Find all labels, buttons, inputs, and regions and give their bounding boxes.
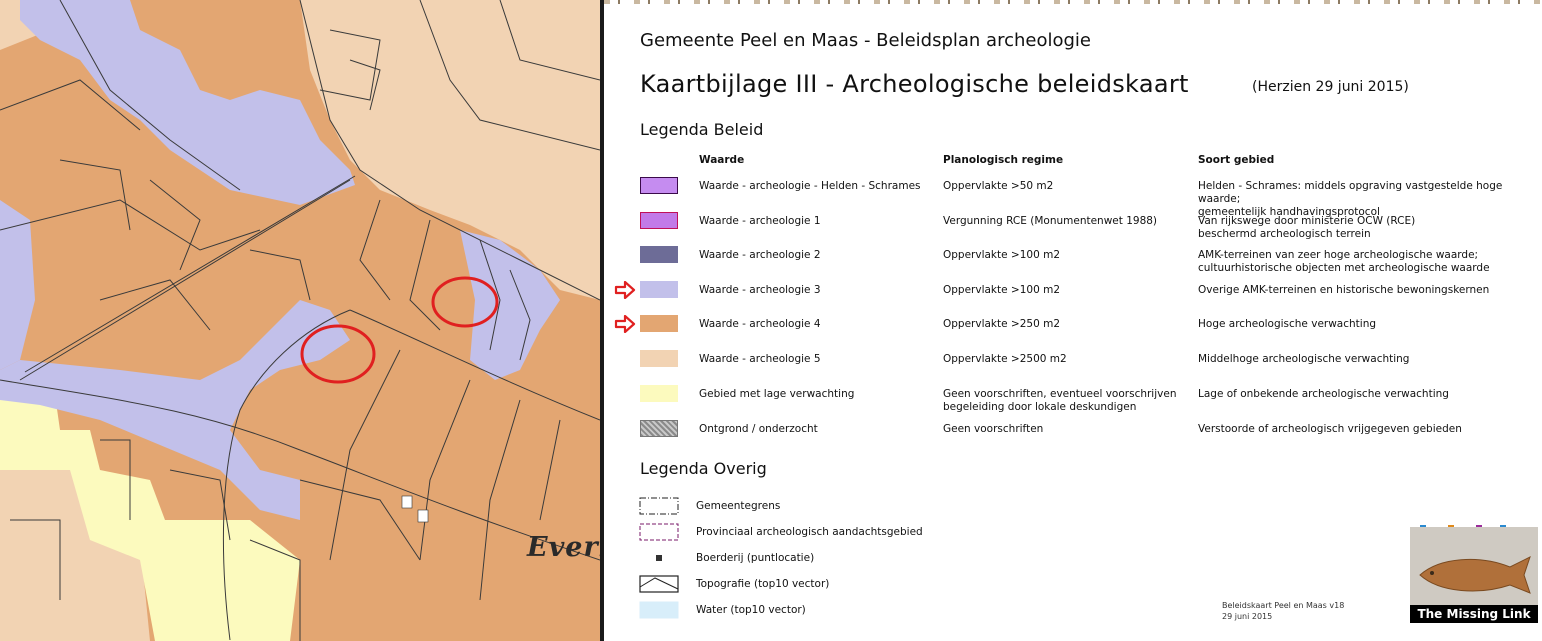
logo-text: The Missing Link [1410, 605, 1538, 623]
legend-overig-row: Topografie (top10 vector) [604, 575, 1204, 595]
legend-overig-label: Boerderij (puntlocatie) [696, 552, 815, 564]
map-panel[interactable]: Everl [0, 0, 600, 641]
top-strip [604, 0, 1542, 4]
logo-dots [1410, 515, 1538, 528]
column-header-regime: Planologisch regime [943, 154, 1064, 166]
legend-waarde: Waarde - archeologie 3 [699, 284, 821, 296]
legend-regime: Oppervlakte >250 m2 [943, 318, 1061, 330]
legend-soort: Hoge archeologische verwachting [1198, 318, 1377, 330]
dashed-purple-boundary-icon [639, 523, 679, 541]
legend-overig-label: Water (top10 vector) [696, 604, 806, 616]
legend-row: Waarde - archeologie 1 Vergunning RCE (Mo… [604, 210, 1542, 240]
legend-swatch [640, 385, 678, 402]
legend-overig-label: Gemeentegrens [696, 500, 781, 512]
building [401, 495, 413, 509]
legend-overig-row: Boerderij (puntlocatie) [604, 549, 1204, 569]
red-arrow-icon [614, 281, 636, 299]
legend-swatch [640, 177, 678, 194]
legend-waarde: Waarde - archeologie 2 [699, 249, 821, 261]
legend-overig-row: Water (top10 vector) [604, 601, 1204, 621]
legend-soort: Lage of onbekende archeologische verwach… [1198, 388, 1449, 400]
legend-waarde: Gebied met lage verwachting [699, 388, 855, 400]
legend-regime: Oppervlakte >2500 m2 [943, 353, 1067, 365]
legend-waarde: Waarde - archeologie - Helden - Schrames [699, 180, 921, 192]
legend-regime: Oppervlakte >50 m2 [943, 180, 1054, 192]
legend-row: Waarde - archeologie 2 Oppervlakte >100 m… [604, 244, 1542, 274]
legend-regime: Geen voorschriften [943, 423, 1044, 435]
legend-overig-heading: Legenda Overig [640, 459, 767, 478]
legend-row: Waarde - archeologie 5 Oppervlakte >2500 … [604, 348, 1542, 378]
map-subtitle: Kaartbijlage III - Archeologische beleid… [640, 70, 1189, 98]
red-arrow-icon [614, 315, 636, 333]
map-title: Gemeente Peel en Maas - Beleidsplan arch… [640, 30, 1091, 51]
column-header-soort: Soort gebied [1198, 154, 1275, 166]
legend-soort: Middelhoge archeologische verwachting [1198, 353, 1410, 365]
water-fill-icon [639, 601, 679, 619]
legend-panel: Gemeente Peel en Maas - Beleidsplan arch… [604, 0, 1542, 641]
legend-beleid-heading: Legenda Beleid [640, 120, 764, 139]
legend-regime: Oppervlakte >100 m2 [943, 284, 1061, 296]
legend-overig-row: Gemeentegrens [604, 497, 1204, 517]
legend-overig-label: Provinciaal archeologisch aandachtsgebie… [696, 526, 923, 538]
map-canvas[interactable] [0, 0, 600, 641]
legend-row: Ontgrond / onderzocht Geen voorschriften V… [604, 418, 1542, 448]
legend-waarde: Waarde - archeologie 4 [699, 318, 821, 330]
legend-soort: AMK-terreinen van zeer hoge archeologisc… [1198, 249, 1490, 274]
legend-soort: Overige AMK-terreinen en historische bew… [1198, 284, 1490, 296]
legend-waarde: Waarde - archeologie 1 [699, 215, 821, 227]
legend-row: Waarde - archeologie 3 Oppervlakte >100 m… [604, 279, 1542, 309]
legend-waarde: Waarde - archeologie 5 [699, 353, 821, 365]
legend-overig-label: Topografie (top10 vector) [696, 578, 830, 590]
revision-date: (Herzien 29 juni 2015) [1252, 79, 1409, 95]
legend-swatch [640, 281, 678, 298]
legend-swatch [640, 350, 678, 367]
topography-lines-icon [639, 575, 679, 593]
legend-regime: Vergunning RCE (Monumentenwet 1988) [943, 215, 1158, 227]
footer-version: Beleidskaart Peel en Maas v18 29 juni 20… [1222, 601, 1345, 621]
legend-row: Waarde - archeologie - Helden - Schrames… [604, 175, 1542, 218]
building [417, 509, 429, 523]
legend-row: Waarde - archeologie 4 Oppervlakte >250 m… [604, 313, 1542, 343]
dashdot-boundary-icon [639, 497, 679, 515]
legend-regime: Oppervlakte >100 m2 [943, 249, 1061, 261]
farm-point-icon [656, 555, 662, 561]
legend-row: Gebied met lage verwachting Geen voorschr… [604, 383, 1542, 413]
legend-soort: Verstoorde of archeologisch vrijgegeven … [1198, 423, 1462, 435]
legend-swatch [640, 212, 678, 229]
legend-regime: Geen voorschriften, eventueel voorschrij… [943, 388, 1177, 413]
legend-overig-row: Provinciaal archeologisch aandachtsgebie… [604, 523, 1204, 543]
legend-soort: Van rijkswege door ministerie OCW (RCE) … [1198, 215, 1416, 240]
legend-swatch [640, 315, 678, 332]
legend-swatch [640, 246, 678, 263]
place-label: Everl [527, 532, 600, 563]
legend-waarde: Ontgrond / onderzocht [699, 423, 818, 435]
column-header-waarde: Waarde [699, 154, 745, 166]
legend-swatch [640, 420, 678, 437]
